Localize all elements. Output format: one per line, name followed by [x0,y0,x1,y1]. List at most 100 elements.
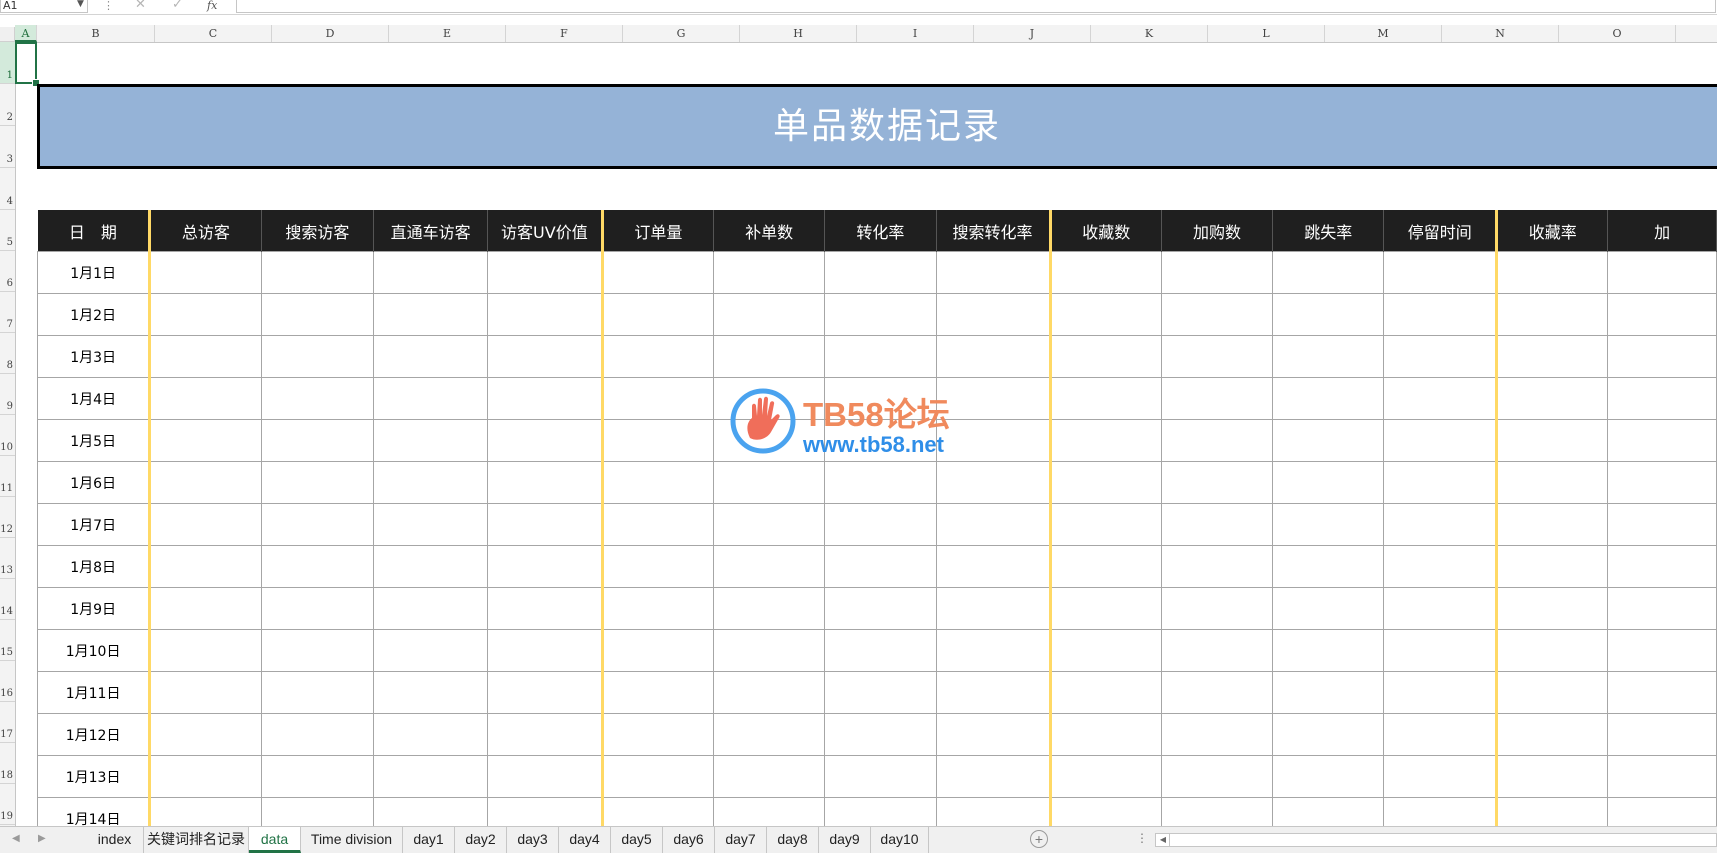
data-cell[interactable] [824,377,937,420]
column-header-cell[interactable]: 收藏数 [1048,210,1162,252]
select-all-corner[interactable] [0,27,15,42]
data-cell[interactable] [1607,671,1717,714]
data-cell[interactable] [935,293,1051,336]
data-cell[interactable] [824,587,937,630]
active-cell-selection[interactable] [15,42,37,84]
data-cell[interactable] [1160,671,1274,714]
row-header-19[interactable]: 19 [0,784,15,825]
data-cell[interactable] [1607,419,1717,462]
data-cell[interactable] [935,461,1051,504]
data-cell[interactable] [1048,797,1162,826]
date-cell[interactable]: 1月12日 [36,713,151,756]
date-cell[interactable]: 1月9日 [36,587,151,630]
data-cell[interactable] [600,251,715,294]
data-cell[interactable] [373,251,489,294]
date-cell[interactable]: 1月3日 [36,335,151,378]
column-header-H[interactable]: H [740,25,857,42]
data-cell[interactable] [824,503,937,546]
data-cell[interactable] [712,797,826,826]
data-cell[interactable] [1383,461,1498,504]
data-cell[interactable] [1495,671,1609,714]
data-cell[interactable] [487,503,603,546]
formula-input[interactable] [236,0,1716,13]
data-cell[interactable] [1607,251,1717,294]
data-cell[interactable] [1495,587,1609,630]
data-cell[interactable] [1048,671,1162,714]
data-cell[interactable] [600,503,715,546]
column-header-cell[interactable]: 直通车访客 [373,210,489,252]
data-cell[interactable] [148,251,262,294]
data-cell[interactable] [260,713,375,756]
data-cell[interactable] [148,713,262,756]
data-cell[interactable] [1272,419,1385,462]
title-banner[interactable]: 单品数据记录 [37,84,1717,169]
data-cell[interactable] [373,419,489,462]
data-cell[interactable] [1495,461,1609,504]
data-cell[interactable] [1048,419,1162,462]
data-cell[interactable] [487,377,603,420]
date-cell[interactable]: 1月8日 [36,545,151,588]
data-cell[interactable] [487,419,603,462]
column-header-G[interactable]: G [623,25,740,42]
data-cell[interactable] [1383,251,1498,294]
data-cell[interactable] [373,461,489,504]
date-cell[interactable]: 1月11日 [36,671,151,714]
data-cell[interactable] [373,629,489,672]
data-cell[interactable] [1048,461,1162,504]
data-cell[interactable] [935,335,1051,378]
date-cell[interactable]: 1月4日 [36,377,151,420]
data-cell[interactable] [824,419,937,462]
data-cell[interactable] [1160,461,1274,504]
column-header-B[interactable]: B [37,25,155,42]
data-cell[interactable] [935,671,1051,714]
data-cell[interactable] [935,377,1051,420]
name-box[interactable]: A1 [0,0,88,13]
data-cell[interactable] [148,377,262,420]
data-cell[interactable] [487,461,603,504]
data-cell[interactable] [373,755,489,798]
date-cell[interactable]: 1月13日 [36,755,151,798]
data-cell[interactable] [1272,587,1385,630]
data-cell[interactable] [712,251,826,294]
data-cell[interactable] [1272,545,1385,588]
data-cell[interactable] [1607,377,1717,420]
data-cell[interactable] [1160,587,1274,630]
data-cell[interactable] [1272,335,1385,378]
data-cell[interactable] [1272,503,1385,546]
data-cell[interactable] [935,419,1051,462]
data-cell[interactable] [148,755,262,798]
data-cell[interactable] [824,461,937,504]
data-cell[interactable] [1383,545,1498,588]
row-header-11[interactable]: 11 [0,456,15,497]
row-header-16[interactable]: 16 [0,661,15,702]
data-cell[interactable] [1272,293,1385,336]
data-cell[interactable] [935,587,1051,630]
data-cell[interactable] [1607,335,1717,378]
data-cell[interactable] [712,587,826,630]
data-cell[interactable] [1607,545,1717,588]
data-cell[interactable] [824,545,937,588]
row-header-13[interactable]: 13 [0,538,15,579]
row-header-9[interactable]: 9 [0,374,15,415]
data-cell[interactable] [373,335,489,378]
data-cell[interactable] [1383,419,1498,462]
data-cell[interactable] [824,797,937,826]
scroll-tabs-right-icon[interactable]: ▶ [38,833,46,844]
cancel-icon[interactable]: ✕ [135,0,146,12]
column-header-M[interactable]: M [1325,25,1442,42]
data-cell[interactable] [1048,629,1162,672]
row-header-7[interactable]: 7 [0,292,15,333]
data-cell[interactable] [373,293,489,336]
data-cell[interactable] [1607,293,1717,336]
data-cell[interactable] [1495,629,1609,672]
data-cell[interactable] [260,755,375,798]
sheet-tab[interactable]: day3 [507,827,559,853]
data-cell[interactable] [1383,587,1498,630]
sheet-tab[interactable]: index [86,827,144,853]
data-cell[interactable] [1048,251,1162,294]
column-header-cell[interactable]: 加 [1607,210,1717,252]
data-cell[interactable] [373,503,489,546]
data-cell[interactable] [935,251,1051,294]
data-cell[interactable] [712,671,826,714]
column-header-cell[interactable]: 访客UV价值 [487,210,603,252]
